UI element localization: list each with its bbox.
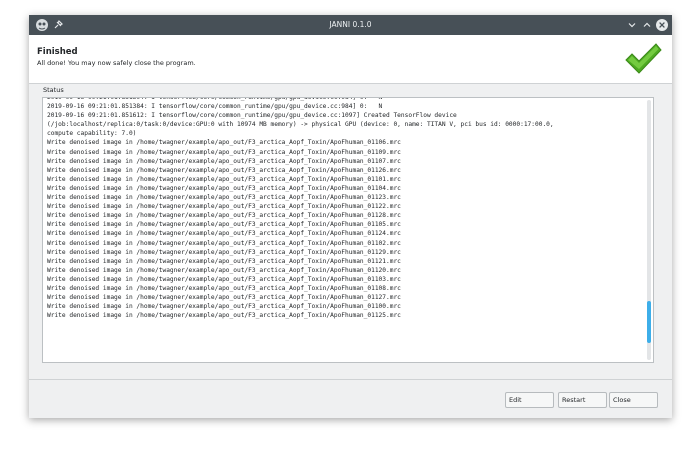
log-line: Write denoised image in /home/twagner/ex…: [47, 166, 401, 174]
minimize-icon[interactable]: [625, 18, 639, 32]
log-line: Write denoised image in /home/twagner/ex…: [47, 157, 401, 165]
log-line: compute capability: 7.0): [47, 130, 137, 138]
page-subtitle: All done! You may now safely close the p…: [37, 59, 196, 67]
log-line: Write denoised image in /home/twagner/ex…: [47, 175, 401, 183]
close-icon[interactable]: [655, 18, 669, 32]
status-label: Status: [43, 86, 64, 94]
window-title: JANNI 0.1.0: [329, 20, 372, 29]
desktop: JANNI 0.1.0 Finished All done! You may n…: [0, 0, 700, 450]
log-line: (/job:localhost/replica:0/task:0/device:…: [47, 121, 554, 129]
log-line: Write denoised image in /home/twagner/ex…: [47, 294, 401, 302]
edit-button[interactable]: Edit: [505, 392, 554, 408]
scrollbar-thumb[interactable]: [647, 301, 651, 343]
log-line: Write denoised image in /home/twagner/ex…: [47, 139, 401, 147]
log-line: Write denoised image in /home/twagner/ex…: [47, 275, 401, 283]
log-line: Write denoised image in /home/twagner/ex…: [47, 230, 401, 238]
log-line: 2019-09-16 09:21:01.851612: I tensorflow…: [47, 112, 457, 120]
scrollbar-track[interactable]: [647, 100, 651, 360]
log-line: Write denoised image in /home/twagner/ex…: [47, 257, 401, 265]
maximize-icon[interactable]: [640, 18, 654, 32]
log-line: Write denoised image in /home/twagner/ex…: [47, 184, 401, 192]
log-lines: 2019-09-16 09:21:01.851304: I tensorflow…: [47, 98, 639, 320]
log-line: Write denoised image in /home/twagner/ex…: [47, 221, 401, 229]
page-title: Finished: [37, 47, 78, 57]
log-line: Write denoised image in /home/twagner/ex…: [47, 148, 401, 156]
checkmark-icon: [625, 43, 662, 74]
log-line: Write denoised image in /home/twagner/ex…: [47, 203, 401, 211]
log-line: Write denoised image in /home/twagner/ex…: [47, 194, 401, 202]
log-line: Write denoised image in /home/twagner/ex…: [47, 312, 401, 320]
app-window: JANNI 0.1.0 Finished All done! You may n…: [29, 15, 672, 418]
log-line: Write denoised image in /home/twagner/ex…: [47, 284, 401, 292]
log-line: 2019-09-16 09:21:01.851384: I tensorflow…: [47, 103, 383, 111]
wizard-header: Finished All done! You may now safely cl…: [29, 35, 672, 84]
footer-divider: [29, 379, 672, 380]
status-log[interactable]: 2019-09-16 09:21:01.851304: I tensorflow…: [42, 97, 654, 363]
title-bar[interactable]: JANNI 0.1.0: [29, 15, 672, 35]
log-line: Write denoised image in /home/twagner/ex…: [47, 248, 401, 256]
log-line: Write denoised image in /home/twagner/ex…: [47, 212, 401, 220]
log-line: Write denoised image in /home/twagner/ex…: [47, 303, 401, 311]
restart-button[interactable]: Restart: [558, 392, 607, 408]
log-line: Write denoised image in /home/twagner/ex…: [47, 266, 401, 274]
close-button[interactable]: Close: [609, 392, 658, 408]
log-line: Write denoised image in /home/twagner/ex…: [47, 239, 401, 247]
